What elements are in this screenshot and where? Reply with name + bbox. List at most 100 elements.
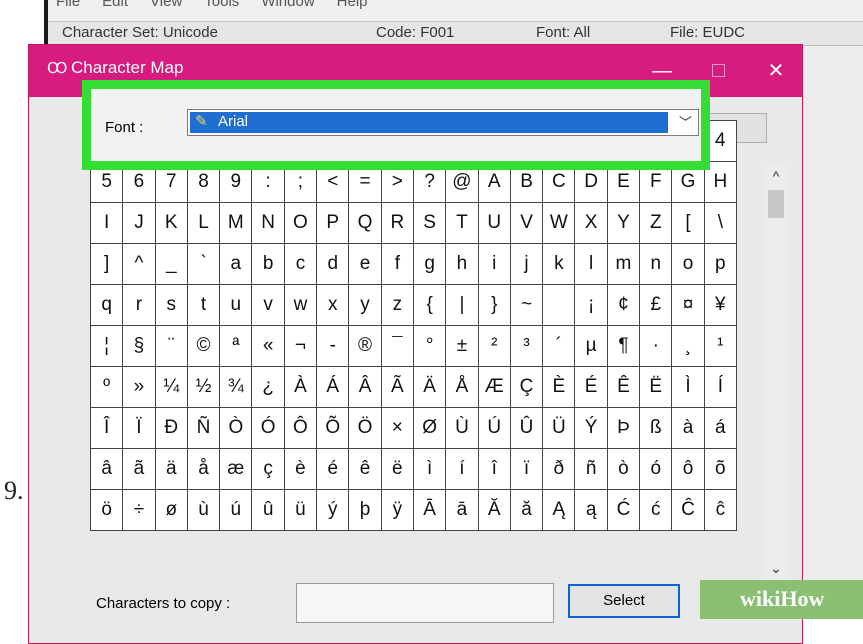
character-cell[interactable]: Ò	[220, 408, 253, 449]
character-cell[interactable]: {	[413, 285, 447, 326]
character-cell[interactable]: µ	[575, 326, 608, 367]
character-cell[interactable]: x	[317, 285, 350, 326]
character-cell[interactable]: _	[155, 244, 188, 285]
character-cell[interactable]: â	[91, 449, 124, 490]
close-button[interactable]: ✕	[753, 45, 799, 97]
character-cell[interactable]: Ā	[413, 490, 447, 531]
character-cell[interactable]: ć	[640, 490, 673, 531]
character-cell[interactable]: æ	[220, 449, 253, 490]
character-cell[interactable]: X	[575, 203, 608, 244]
character-cell[interactable]: q	[91, 285, 124, 326]
character-cell[interactable]: ÷	[123, 490, 156, 531]
character-cell[interactable]: z	[381, 285, 414, 326]
character-cell[interactable]: ó	[640, 449, 673, 490]
character-cell[interactable]: ×	[381, 408, 414, 449]
character-cell[interactable]: õ	[704, 449, 737, 490]
character-cell[interactable]: y	[349, 285, 382, 326]
character-cell[interactable]: w	[284, 285, 318, 326]
character-cell[interactable]: ú	[220, 490, 253, 531]
character-cell[interactable]: g	[413, 244, 447, 285]
character-cell[interactable]: ¹	[704, 326, 737, 367]
character-cell[interactable]: ³	[510, 326, 544, 367]
character-cell[interactable]: r	[123, 285, 156, 326]
character-cell[interactable]: s	[155, 285, 188, 326]
character-cell[interactable]: U	[478, 203, 511, 244]
character-cell[interactable]: Ë	[640, 367, 673, 408]
character-cell[interactable]: Â	[349, 367, 382, 408]
character-cell[interactable]: Ï	[123, 408, 156, 449]
character-cell[interactable]: ā	[446, 490, 479, 531]
character-cell[interactable]: O	[284, 203, 318, 244]
character-cell[interactable]: ¸	[672, 326, 705, 367]
character-cell[interactable]: Å	[446, 367, 479, 408]
character-cell[interactable]: o	[672, 244, 705, 285]
character-cell[interactable]: ¼	[155, 367, 188, 408]
character-cell[interactable]: »	[123, 367, 156, 408]
character-cell[interactable]: Î	[91, 408, 124, 449]
character-cell[interactable]: Ü	[543, 408, 576, 449]
character-cell[interactable]: -	[317, 326, 350, 367]
character-cell[interactable]: É	[575, 367, 608, 408]
character-cell[interactable]: l	[575, 244, 608, 285]
character-cell[interactable]: N	[252, 203, 285, 244]
character-cell[interactable]: i	[478, 244, 511, 285]
character-cell[interactable]: K	[155, 203, 188, 244]
menu-window[interactable]: Window	[261, 0, 314, 10]
character-cell[interactable]: Ã	[381, 367, 414, 408]
character-cell[interactable]: R	[381, 203, 414, 244]
character-cell[interactable]: ª	[220, 326, 253, 367]
character-cell[interactable]: Ý	[575, 408, 608, 449]
character-cell[interactable]: ĉ	[704, 490, 737, 531]
character-cell[interactable]: J	[123, 203, 156, 244]
character-cell[interactable]: a	[220, 244, 253, 285]
character-cell[interactable]: ß	[640, 408, 673, 449]
font-dropdown[interactable]: ✎ Arial ﹀	[187, 109, 699, 136]
character-cell[interactable]: ò	[607, 449, 641, 490]
character-cell[interactable]: Í	[704, 367, 737, 408]
character-cell[interactable]: ®	[349, 326, 382, 367]
character-cell[interactable]: P	[317, 203, 350, 244]
character-cell[interactable]: j	[510, 244, 544, 285]
character-cell[interactable]: ¦	[91, 326, 124, 367]
character-cell[interactable]: ¢	[607, 285, 641, 326]
character-cell[interactable]: û	[252, 490, 285, 531]
character-cell[interactable]: Ù	[446, 408, 479, 449]
character-cell[interactable]: ¶	[607, 326, 641, 367]
character-cell[interactable]: È	[543, 367, 576, 408]
character-cell[interactable]: Z	[640, 203, 673, 244]
character-cell[interactable]: ã	[123, 449, 156, 490]
character-cell[interactable]: ¥	[704, 285, 737, 326]
character-cell[interactable]: å	[187, 449, 221, 490]
character-cell[interactable]: ²	[478, 326, 511, 367]
character-cell[interactable]: Ä	[413, 367, 447, 408]
character-cell[interactable]: °	[413, 326, 447, 367]
character-cell[interactable]: Ð	[155, 408, 188, 449]
character-cell[interactable]: Ă	[478, 490, 511, 531]
scroll-down-icon[interactable]: ⌄	[765, 556, 787, 580]
character-cell[interactable]: M	[220, 203, 253, 244]
character-cell[interactable]: ù	[187, 490, 221, 531]
select-button[interactable]: Select	[568, 584, 680, 618]
character-cell[interactable]: Ø	[413, 408, 447, 449]
character-cell[interactable]: [	[672, 203, 705, 244]
character-cell[interactable]: ^	[123, 244, 156, 285]
character-cell[interactable]: ä	[155, 449, 188, 490]
character-cell[interactable]: ´	[543, 326, 576, 367]
character-cell[interactable]: S	[413, 203, 447, 244]
character-cell[interactable]: c	[284, 244, 318, 285]
character-cell[interactable]: Ĉ	[672, 490, 705, 531]
character-cell[interactable]: Ú	[478, 408, 511, 449]
character-cell[interactable]: b	[252, 244, 285, 285]
character-cell[interactable]: þ	[349, 490, 382, 531]
character-cell[interactable]: «	[252, 326, 285, 367]
character-cell[interactable]: Ą	[543, 490, 576, 531]
character-cell[interactable]: v	[252, 285, 285, 326]
character-cell[interactable]: Á	[317, 367, 350, 408]
character-cell[interactable]: ü	[284, 490, 318, 531]
character-cell[interactable]: ï	[510, 449, 544, 490]
character-cell[interactable]: Æ	[478, 367, 511, 408]
character-cell[interactable]: §	[123, 326, 156, 367]
character-cell[interactable]: ç	[252, 449, 285, 490]
menu-view[interactable]: View	[150, 0, 182, 10]
character-cell[interactable]: Ñ	[187, 408, 221, 449]
